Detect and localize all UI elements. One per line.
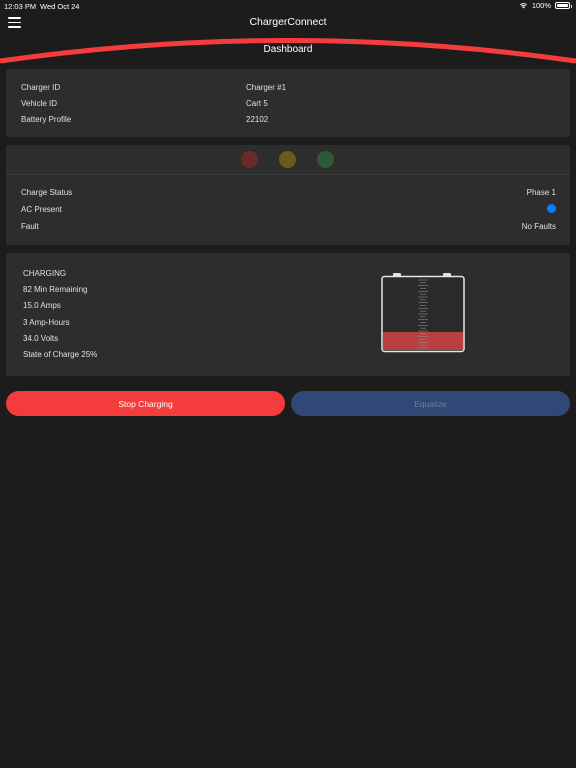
- equalize-button[interactable]: Equalize: [291, 391, 570, 416]
- battery-level-icon: [381, 273, 465, 353]
- status-panel: Charge Status Phase 1 AC Present Fault N…: [6, 145, 570, 245]
- battery-profile-label: Battery Profile: [21, 115, 72, 124]
- state-of-charge: State of Charge 25%: [23, 350, 98, 359]
- status-bar: 12:03 PM Wed Oct 24 100%: [0, 0, 576, 12]
- charger-id-label: Charger ID: [21, 83, 61, 92]
- time-remaining: 82 Min Remaining: [23, 285, 88, 294]
- voltage: 34.0 Volts: [23, 334, 59, 343]
- status-date: Wed Oct 24: [40, 2, 80, 11]
- divider: [6, 174, 570, 175]
- charging-panel: CHARGING 82 Min Remaining 15.0 Amps 3 Am…: [6, 253, 570, 376]
- current-amps: 15.0 Amps: [23, 301, 61, 310]
- charge-status-label: Charge Status: [21, 188, 73, 197]
- charger-id-value: Charger #1: [246, 83, 287, 92]
- wifi-icon: [519, 3, 527, 9]
- charging-state: CHARGING: [23, 269, 67, 278]
- ac-present-indicator: [547, 204, 556, 213]
- warning-light-yellow: [279, 151, 296, 168]
- fault-light-red: [241, 151, 258, 168]
- stop-charging-button[interactable]: Stop Charging: [6, 391, 285, 416]
- ac-present-label: AC Present: [21, 205, 62, 214]
- page-title: Dashboard: [263, 44, 313, 55]
- ok-light-green: [317, 151, 334, 168]
- charge-status-value: Phase 1: [526, 188, 556, 197]
- battery-percent: 100%: [531, 1, 551, 10]
- status-right: 100%: [519, 1, 572, 10]
- vehicle-id-label: Vehicle ID: [21, 99, 58, 108]
- battery-profile-value: 22102: [246, 115, 269, 124]
- app-title: ChargerConnect: [249, 16, 327, 28]
- fault-label: Fault: [21, 222, 39, 231]
- fault-value: No Faults: [521, 222, 556, 231]
- amp-hours: 3 Amp-Hours: [23, 318, 70, 327]
- info-panel: Charger ID Charger #1 Vehicle ID Cart 5 …: [6, 69, 570, 137]
- battery-icon: [555, 2, 572, 9]
- status-time: 12:03 PM: [4, 2, 37, 11]
- vehicle-id-value: Cart 5: [246, 99, 268, 108]
